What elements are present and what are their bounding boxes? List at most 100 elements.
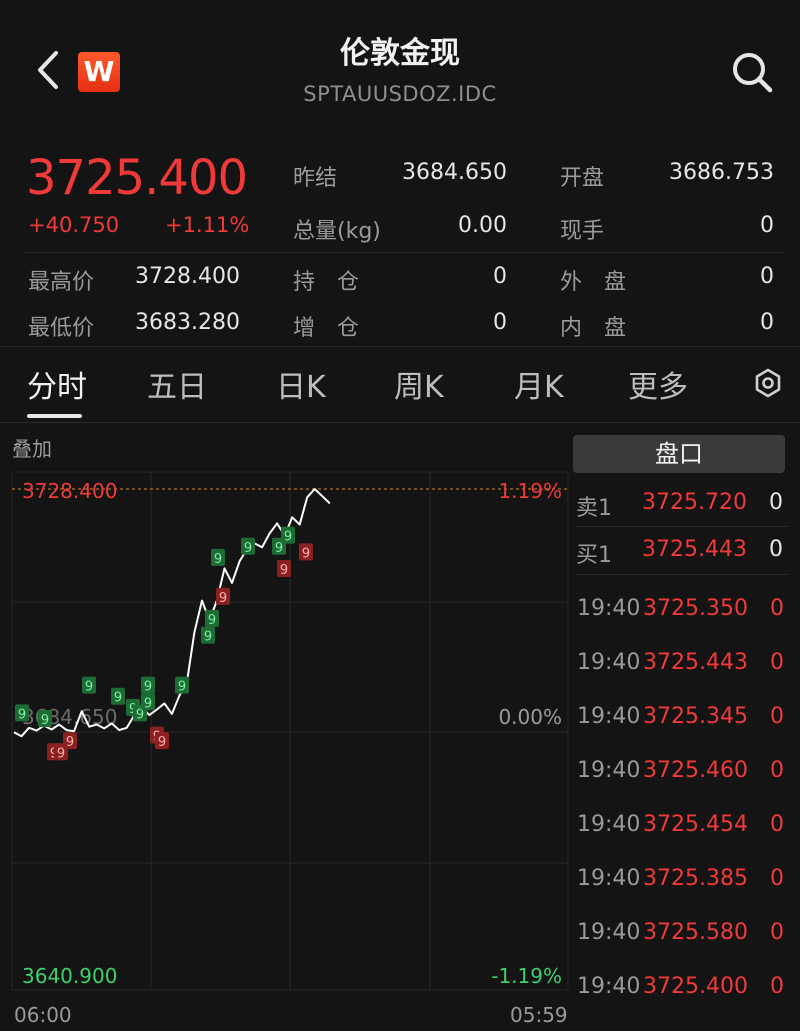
low-label: 最低价 [28, 316, 95, 341]
current-hand-label: 现手 [560, 219, 605, 244]
tick-qty: 0 [770, 812, 784, 837]
axis-mid-pct: 0.00% [498, 705, 562, 729]
tab-weekly-k[interactable]: 周K [394, 362, 444, 406]
axis-high-pct: 1.19% [498, 479, 562, 503]
time-end-label: 05:59 [510, 1003, 568, 1027]
chart-settings-button[interactable] [752, 367, 784, 399]
prev-close-value: 3684.650 [402, 160, 507, 185]
price-change: +40.750 [28, 213, 120, 237]
price-line [13, 488, 331, 738]
buy-signal-marker: 9 [141, 693, 155, 711]
search-icon [733, 53, 773, 93]
outer-value: 0 [760, 264, 774, 289]
ask-row: 卖1 3725.720 0 [576, 490, 786, 521]
tab-five-day[interactable]: 五日 [147, 362, 207, 406]
sell-signal-marker: 9 [277, 559, 291, 578]
tick-price: 3725.345 [643, 704, 748, 729]
buy-signal-marker: 9 [175, 676, 189, 695]
last-price: 3725.400 [26, 150, 248, 206]
low-value: 3683.280 [135, 310, 240, 335]
divider [576, 526, 788, 527]
tab-daily-k[interactable]: 日K [276, 362, 326, 406]
sell-signal-marker: 9 [155, 732, 169, 750]
tick-time: 19:40 [577, 596, 641, 621]
brand-logo: W [78, 52, 120, 92]
tick-row: 19:40 3725.454 0 [577, 812, 787, 842]
time-start-label: 06:00 [14, 1003, 72, 1027]
svg-text:9: 9 [214, 552, 222, 567]
prev-close-label: 昨结 [293, 166, 338, 191]
tick-row: 19:40 3725.385 0 [577, 866, 787, 896]
intraday-chart: 3728.400 1.19% 3684.650 0.00% 3640.900 -… [11, 471, 569, 991]
svg-text:9: 9 [204, 630, 212, 645]
tab-monthly-k[interactable]: 月K [514, 362, 564, 406]
svg-text:9: 9 [18, 707, 26, 722]
tick-qty: 0 [770, 974, 784, 999]
buy-signal-marker: 9 [111, 687, 125, 706]
buy-signal-marker: 9 [201, 626, 215, 645]
axis-low-pct: -1.19% [491, 964, 562, 988]
svg-text:9: 9 [244, 541, 252, 556]
tab-intraday[interactable]: 分时 [27, 362, 87, 406]
svg-text:9: 9 [219, 591, 227, 606]
back-button[interactable] [30, 45, 70, 95]
tick-time: 19:40 [577, 704, 641, 729]
tick-qty: 0 [770, 596, 784, 621]
svg-text:9: 9 [178, 680, 186, 695]
axis-low-price: 3640.900 [22, 964, 117, 988]
buy-signal-marker: 9 [141, 676, 155, 695]
hexagon-gear-icon [755, 368, 781, 398]
svg-text:9: 9 [158, 735, 166, 750]
tick-price: 3725.350 [643, 596, 748, 621]
svg-text:9: 9 [284, 530, 292, 545]
high-value: 3728.400 [135, 264, 240, 289]
bid-price: 3725.443 [642, 537, 747, 562]
tick-time: 19:40 [577, 866, 641, 891]
divider [0, 346, 800, 347]
svg-text:9: 9 [85, 680, 93, 695]
ask-label: 卖1 [576, 496, 612, 521]
open-label: 开盘 [560, 166, 605, 191]
divider [24, 252, 784, 253]
tick-price: 3725.460 [643, 758, 748, 783]
ask-qty: 0 [769, 490, 783, 515]
tick-row: 19:40 3725.345 0 [577, 704, 787, 734]
tick-price: 3725.443 [643, 650, 748, 675]
overlay-button[interactable]: 叠加 [12, 433, 52, 462]
buy-signal-marker: 9 [241, 537, 255, 556]
tick-time: 19:40 [577, 974, 641, 999]
buy-signal-marker: 9 [38, 709, 52, 728]
svg-text:9: 9 [66, 735, 74, 750]
sell-signal-marker: 9 [299, 543, 313, 561]
volume-value: 0.00 [458, 213, 507, 238]
high-label: 最高价 [28, 270, 95, 295]
tick-time: 19:40 [577, 758, 641, 783]
buy-signal-marker: 9 [211, 548, 225, 567]
order-book-button[interactable]: 盘口 [573, 435, 785, 473]
tab-more[interactable]: 更多 [628, 362, 688, 406]
svg-text:9: 9 [144, 680, 152, 695]
price-change-percent: +1.11% [165, 213, 250, 237]
bid-row: 买1 3725.443 0 [576, 537, 786, 568]
divider [576, 574, 788, 575]
bid-label: 买1 [576, 543, 612, 568]
tick-row: 19:40 3725.460 0 [577, 758, 787, 788]
svg-text:9: 9 [302, 546, 310, 561]
tick-qty: 0 [770, 650, 784, 675]
tick-qty: 0 [770, 704, 784, 729]
buy-signal-marker: 9 [82, 676, 96, 695]
svg-text:9: 9 [41, 713, 49, 728]
tick-row: 19:40 3725.400 0 [577, 974, 787, 1004]
tick-qty: 0 [770, 758, 784, 783]
search-button[interactable] [728, 48, 776, 96]
tick-qty: 0 [770, 920, 784, 945]
chart-grid [11, 471, 569, 991]
inner-label: 内 盘 [560, 316, 627, 341]
buy-signal-marker: 9 [15, 704, 29, 722]
position-add-label: 增 仓 [293, 316, 360, 341]
active-tab-indicator [27, 414, 82, 418]
bid-qty: 0 [769, 537, 783, 562]
tick-price: 3725.385 [643, 866, 748, 891]
tick-row: 19:40 3725.350 0 [577, 596, 787, 626]
tick-price: 3725.400 [643, 974, 748, 999]
